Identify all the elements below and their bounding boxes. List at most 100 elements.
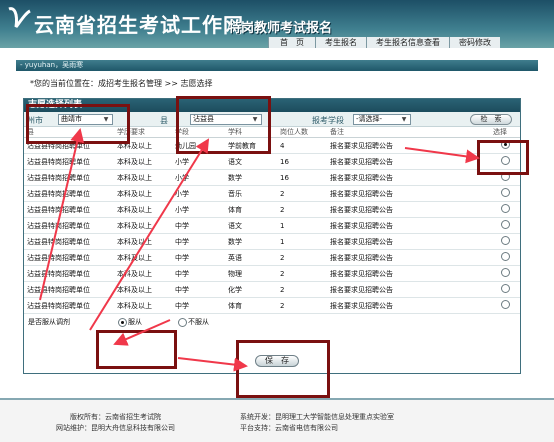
cell-count: 2 (277, 185, 327, 202)
footer-maintenance: 网站维护：昆明大舟信息科技有限公司 (56, 424, 175, 432)
cell-unit: 沾益县特岗招聘单位 (24, 169, 114, 186)
cell-unit: 沾益县特岗招聘单位 (24, 201, 114, 218)
cell-select (490, 185, 520, 202)
select-radio[interactable] (500, 188, 510, 197)
table-row: 沾益县特岗招聘单位 本科及以上 小学 音乐 2 报名要求见招聘公告 (24, 185, 520, 202)
select-radio[interactable] (500, 252, 510, 261)
breadcrumb: *您的当前位置在：成招考生报名管理 >> 志愿选择 (30, 79, 213, 88)
search-button[interactable]: 检 索 (470, 114, 512, 125)
cell-note: 报名要求见招聘公告 (327, 233, 490, 250)
nav-change-password[interactable]: 密码修改 (449, 37, 500, 48)
col-note: 备注 (327, 127, 490, 138)
table-row: 沾益县特岗招聘单位 本科及以上 中学 体育 2 报名要求见招聘公告 (24, 297, 520, 314)
cell-count: 1 (277, 233, 327, 250)
select-radio[interactable] (500, 268, 510, 277)
cell-count: 1 (277, 217, 327, 234)
cell-select (490, 249, 520, 266)
footer-platform: 平台支持：云南省电信有限公司 (240, 424, 338, 432)
cell-education: 本科及以上 (114, 265, 172, 282)
footer-developer: 系统开发：昆明理工大学智能信息处理重点实验室 (240, 413, 394, 421)
cell-note: 报名要求见招聘公告 (327, 249, 490, 266)
footer-copyright: 版权所有：云南省招生考试院 (70, 413, 161, 421)
accept-yes-option[interactable]: 服从 (118, 317, 142, 327)
accept-adjust-label: 是否服从调剂 (28, 318, 70, 326)
annotation-box-county (176, 96, 271, 154)
cell-note: 报名要求见招聘公告 (327, 297, 490, 314)
select-radio[interactable] (500, 300, 510, 309)
cell-note: 报名要求见招聘公告 (327, 137, 490, 154)
annotation-box-save (236, 340, 330, 398)
cell-education: 本科及以上 (114, 185, 172, 202)
cell-count: 2 (277, 265, 327, 282)
cell-count: 16 (277, 153, 327, 170)
county-label: 县 (160, 116, 168, 125)
cell-stage: 中学 (172, 249, 225, 266)
cell-unit: 沾益县特岗招聘单位 (24, 217, 114, 234)
cell-count: 2 (277, 201, 327, 218)
cell-subject: 物理 (225, 265, 277, 282)
cell-stage: 小学 (172, 153, 225, 170)
table-row: 沾益县特岗招聘单位 本科及以上 小学 语文 16 报名要求见招聘公告 (24, 153, 520, 170)
nav-view-registration[interactable]: 考生报名信息查看 (366, 37, 449, 48)
cell-stage: 小学 (172, 185, 225, 202)
cell-select (490, 281, 520, 298)
select-radio[interactable] (500, 204, 510, 213)
cell-education: 本科及以上 (114, 297, 172, 314)
accept-no-option[interactable]: 不服从 (178, 317, 209, 327)
accept-adjust-row: 是否服从调剂 服从 不服从 (24, 314, 520, 328)
site-header: 云南省招生考试工作网 特岗教师考试报名 首 页 考生报名 考生报名信息查看 密码… (0, 0, 554, 48)
cell-unit: 沾益县特岗招聘单位 (24, 233, 114, 250)
nav-home[interactable]: 首 页 (268, 37, 315, 48)
cell-education: 本科及以上 (114, 249, 172, 266)
col-count: 岗位人数 (277, 127, 327, 138)
cell-count: 2 (277, 249, 327, 266)
cell-note: 报名要求见招聘公告 (327, 265, 490, 282)
cell-unit: 沾益县特岗招聘单位 (24, 297, 114, 314)
table-row: 沾益县特岗招聘单位 本科及以上 中学 语文 1 报名要求见招聘公告 (24, 217, 520, 234)
cell-stage: 中学 (172, 217, 225, 234)
nav-register[interactable]: 考生报名 (315, 37, 366, 48)
top-nav: 首 页 考生报名 考生报名信息查看 密码修改 (268, 37, 500, 48)
accept-yes-radio[interactable] (118, 317, 127, 327)
cell-select (490, 265, 520, 282)
table-row: 沾益县特岗招聘单位 本科及以上 小学 数学 16 报名要求见招聘公告 (24, 169, 520, 186)
cell-unit: 沾益县特岗招聘单位 (24, 153, 114, 170)
cell-stage: 小学 (172, 201, 225, 218)
cell-subject: 数学 (225, 169, 277, 186)
cell-education: 本科及以上 (114, 169, 172, 186)
cell-unit: 沾益县特岗招聘单位 (24, 185, 114, 202)
level-value: -请选择- (356, 115, 383, 123)
select-radio[interactable] (500, 220, 510, 229)
cell-subject: 数学 (225, 233, 277, 250)
accept-no-radio[interactable] (178, 317, 187, 327)
cell-select (490, 297, 520, 314)
cell-subject: 体育 (225, 201, 277, 218)
cell-stage: 中学 (172, 265, 225, 282)
cell-stage: 中学 (172, 297, 225, 314)
col-select: 选择 (490, 127, 520, 138)
select-radio[interactable] (500, 236, 510, 245)
annotation-box-accept (96, 330, 177, 369)
site-footer: 版权所有：云南省招生考试院 网站维护：昆明大舟信息科技有限公司 系统开发：昆明理… (0, 398, 554, 442)
cell-count: 2 (277, 281, 327, 298)
cell-unit: 沾益县特岗招聘单位 (24, 249, 114, 266)
table-row: 沾益县特岗招聘单位 本科及以上 中学 物理 2 报名要求见招聘公告 (24, 265, 520, 282)
table-row: 沾益县特岗招聘单位 本科及以上 中学 数学 1 报名要求见招聘公告 (24, 233, 520, 250)
cell-unit: 沾益县特岗招聘单位 (24, 265, 114, 282)
select-radio[interactable] (500, 284, 510, 293)
site-logo-icon (8, 7, 31, 28)
chevron-down-icon: ▼ (401, 116, 407, 123)
cell-note: 报名要求见招聘公告 (327, 185, 490, 202)
cell-note: 报名要求见招聘公告 (327, 169, 490, 186)
cell-education: 本科及以上 (114, 217, 172, 234)
table-row: 沾益县特岗招聘单位 本科及以上 中学 化学 2 报名要求见招聘公告 (24, 281, 520, 298)
level-select[interactable]: -请选择- ▼ (353, 114, 411, 125)
accept-no-label: 不服从 (188, 318, 209, 326)
cell-subject: 语文 (225, 153, 277, 170)
cell-count: 16 (277, 169, 327, 186)
cell-unit: 沾益县特岗招聘单位 (24, 281, 114, 298)
site-subtitle: 特岗教师考试报名 (228, 21, 333, 36)
cell-education: 本科及以上 (114, 281, 172, 298)
cell-education: 本科及以上 (114, 201, 172, 218)
cell-subject: 化学 (225, 281, 277, 298)
